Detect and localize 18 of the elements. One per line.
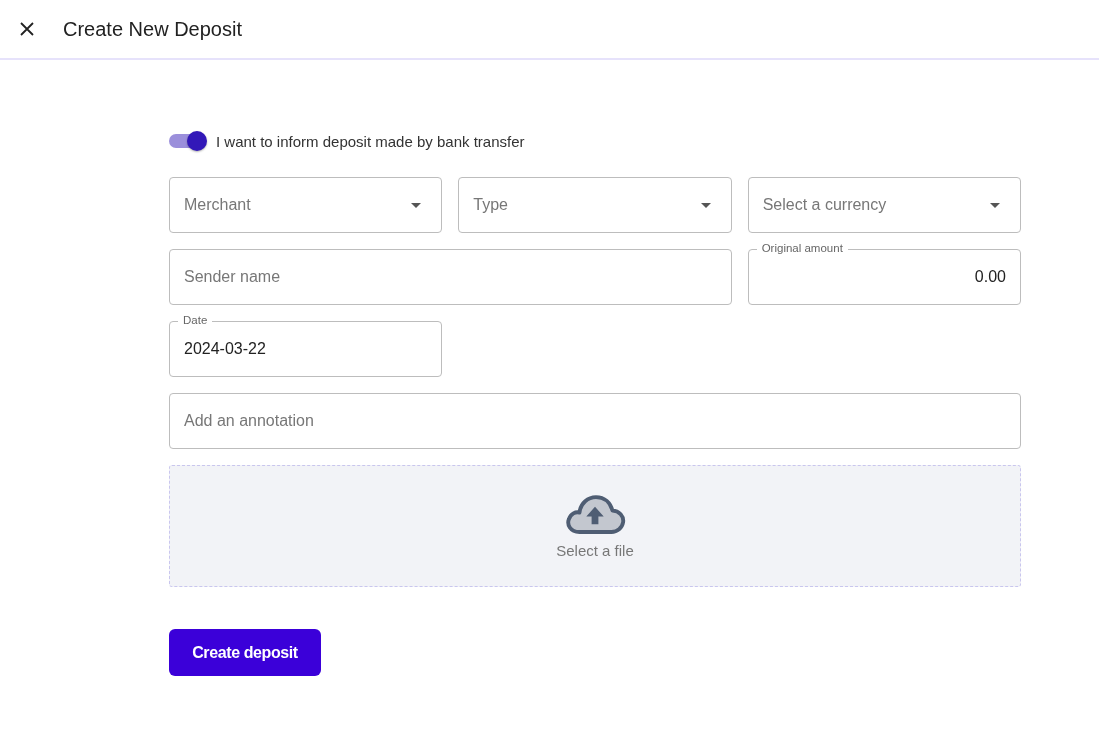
caret-icon — [990, 202, 1000, 208]
select-field[interactable]: Type — [458, 177, 732, 233]
select-field[interactable]: Merchant — [169, 177, 443, 233]
caret-icon — [411, 202, 422, 208]
toggle-switch[interactable] — [169, 131, 207, 151]
annotation-field[interactable]: Add an annotation — [169, 393, 1021, 449]
cloud-upload-icon — [564, 493, 626, 536]
toggle-label: I want to inform deposit made by bank transfer — [216, 132, 525, 150]
field-label: Date — [178, 313, 213, 327]
upload-label: Select a file — [556, 542, 634, 559]
close-icon[interactable] — [19, 21, 35, 37]
caret-icon — [700, 202, 711, 208]
file-drop-zone[interactable]: Select a file — [169, 465, 1021, 587]
create-deposit-button[interactable]: Create deposit — [169, 629, 321, 676]
page-title: Create New Deposit — [63, 17, 242, 41]
select-field[interactable]: Select a currency — [747, 177, 1021, 233]
sender-name-field[interactable]: Sender name — [169, 249, 732, 305]
field-label: Original amount — [756, 241, 848, 255]
